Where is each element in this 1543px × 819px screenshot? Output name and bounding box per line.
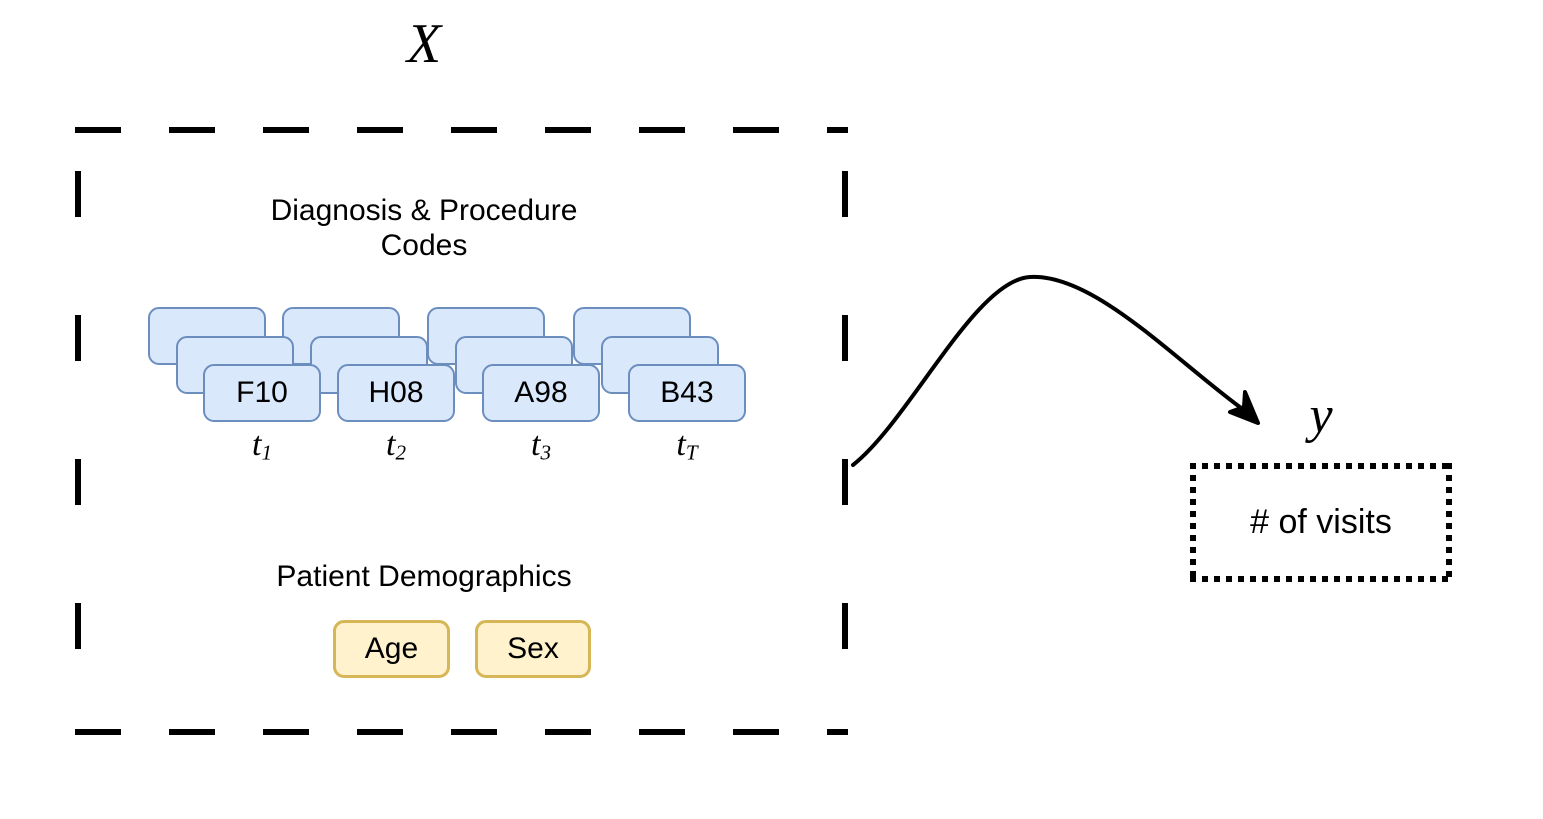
code-card-front[interactable]: B43 (628, 364, 746, 422)
demographic-chip-sex[interactable]: Sex (475, 620, 591, 678)
demographics-section-heading: Patient Demographics (276, 560, 572, 593)
diagram-canvas: X Diagnosis & Procedure Codes F10 t1 H08… (0, 0, 1543, 819)
time-step-label-3: t3 (531, 426, 551, 465)
code-card-front[interactable]: F10 (203, 364, 321, 422)
code-card-front[interactable]: H08 (337, 364, 455, 422)
flow-arrow-icon (851, 274, 1260, 467)
output-label: # of visits (1250, 503, 1392, 541)
time-step-label-4: tT (676, 426, 698, 465)
code-card-front[interactable]: A98 (482, 364, 600, 422)
demographic-chip-age[interactable]: Age (333, 620, 450, 678)
output-box-dotted: # of visits (1190, 463, 1452, 582)
time-step-label-1: t1 (252, 426, 272, 465)
time-step-label-2: t2 (386, 426, 406, 465)
output-symbol-y: y (1309, 387, 1333, 444)
